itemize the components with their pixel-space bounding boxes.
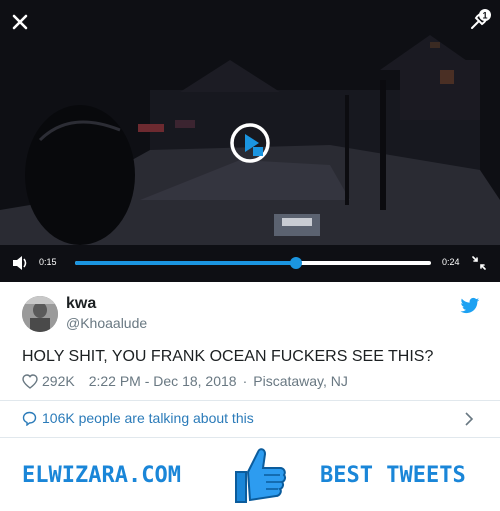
user-handle[interactable]: @Khoaalude bbox=[66, 315, 147, 331]
video-controls: 0:15 0:24 bbox=[0, 248, 500, 278]
tweet-location[interactable]: Piscataway, NJ bbox=[253, 373, 348, 389]
badge-count: 1 bbox=[482, 11, 487, 21]
divider bbox=[0, 400, 500, 401]
location-separator: · bbox=[242, 373, 248, 389]
current-time: 0:15 bbox=[39, 257, 57, 267]
close-icon[interactable] bbox=[8, 10, 32, 34]
notification-badge-icon[interactable]: 1 bbox=[468, 8, 492, 32]
tweet-meta: 292K 2:22 PM - Dec 18, 2018 · Piscataway… bbox=[22, 373, 348, 389]
progress-scrubber[interactable] bbox=[289, 257, 302, 269]
total-time: 0:24 bbox=[442, 257, 460, 267]
fullscreen-exit-icon[interactable] bbox=[472, 256, 486, 270]
conversation-label: 106K people are talking about this bbox=[42, 410, 254, 426]
promo-banner: ELWIZARA.COM BEST TWEETS bbox=[0, 438, 500, 511]
play-icon[interactable] bbox=[229, 122, 271, 164]
tweet-timestamp[interactable]: 2:22 PM - Dec 18, 2018 bbox=[89, 373, 237, 389]
like-count[interactable]: 292K bbox=[42, 373, 75, 389]
thumbs-up-icon bbox=[235, 448, 287, 503]
twitter-bird-icon[interactable] bbox=[460, 297, 480, 315]
user-display-name[interactable]: kwa bbox=[66, 295, 96, 313]
volume-icon[interactable] bbox=[12, 255, 30, 271]
tweet-text: HOLY SHIT, YOU FRANK OCEAN FUCKERS SEE T… bbox=[22, 348, 434, 365]
chevron-right-icon[interactable] bbox=[464, 412, 474, 426]
progress-track[interactable] bbox=[75, 257, 431, 269]
speech-bubble-icon bbox=[22, 411, 37, 426]
banner-site-name[interactable]: ELWIZARA.COM bbox=[22, 463, 181, 488]
video-player[interactable]: 1 0:15 0:24 bbox=[0, 0, 500, 282]
banner-tagline[interactable]: BEST TWEETS bbox=[320, 463, 466, 488]
progress-fill bbox=[75, 261, 296, 265]
heart-icon[interactable] bbox=[22, 373, 38, 389]
conversation-link[interactable]: 106K people are talking about this bbox=[22, 410, 254, 426]
avatar[interactable] bbox=[22, 296, 58, 332]
